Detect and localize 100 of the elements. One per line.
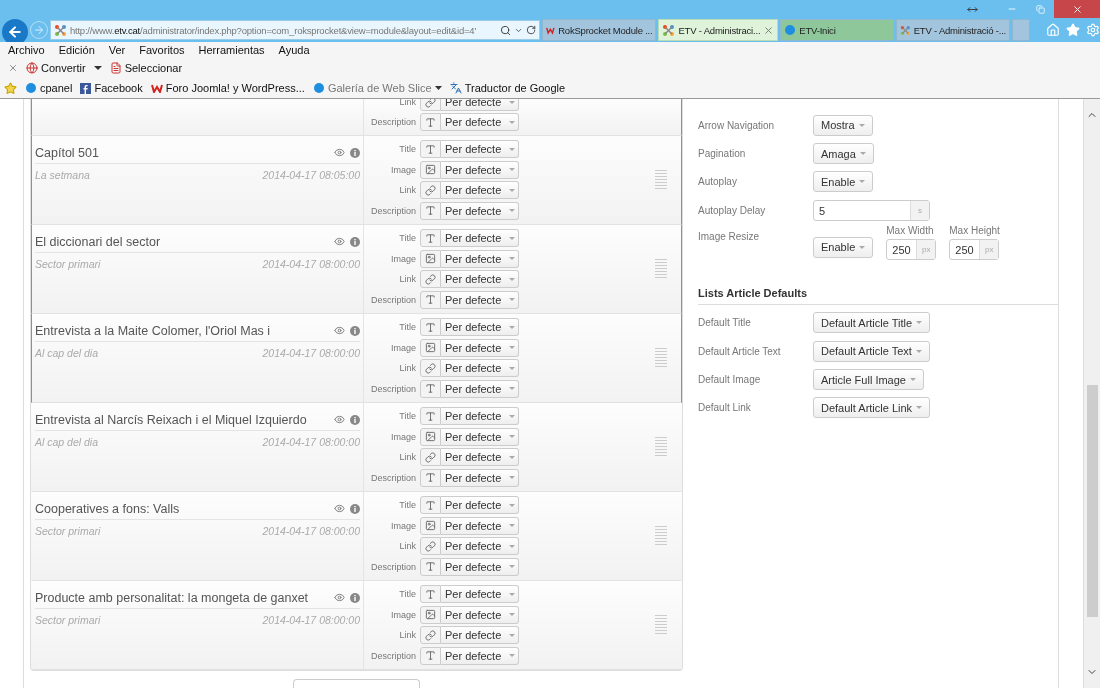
select-dropdown[interactable]: Per defecte [441, 537, 519, 556]
field-label: Image [390, 431, 416, 442]
field-label: Link [398, 452, 416, 463]
select-dropdown[interactable]: Per defecte [441, 99, 519, 111]
toolbar-button[interactable]: Seleccionar [109, 62, 183, 74]
field-label: Link [398, 630, 416, 641]
setting-label: Default Article Text [698, 345, 782, 357]
select-dropdown[interactable]: Per defecte [441, 646, 519, 665]
item-category: Sector primari [35, 258, 101, 270]
field-label: Image [390, 609, 416, 620]
menu-item[interactable]: Archivo [8, 44, 45, 56]
menu-item[interactable]: Favoritos [139, 44, 185, 56]
favorite-link[interactable]: cpanel [25, 82, 73, 94]
select-dropdown[interactable]: Per defecte [441, 249, 519, 268]
select-dropdown[interactable]: Per defecte [441, 407, 519, 426]
item-category: Sector primari [35, 525, 101, 537]
list-item[interactable]: Capítol 501 La setmana 2014-04-17 08:05:00 Title Per defecte Image Per defecte Link Per defecte Description Per defecte [31, 136, 682, 225]
list-item[interactable]: Cooperatives a fons: Valls Sector primari 2014-04-17 08:00:00 Title Per defecte Image Per defecte Link Per defecte Description Per defecte [31, 492, 682, 581]
field-label: Link [398, 99, 416, 107]
select-dropdown[interactable]: Per defecte [441, 379, 519, 398]
input-field[interactable]: 250 px [886, 238, 937, 260]
address-field[interactable]: http://www.etv.cat/administrator/index.php?option=com_roksprocket&view=module&layout=edit&id=4' [49, 20, 541, 40]
item-category: Sector primari [35, 614, 101, 626]
section-heading: Lists Article Defaults [698, 280, 1058, 305]
browser-tab[interactable]: RokSprocket Module ... [542, 19, 657, 41]
select-dropdown[interactable]: Per defecte [441, 427, 519, 446]
favorite-link[interactable]: Traductor de Google [449, 82, 566, 94]
menu-item[interactable]: Herramientas [198, 44, 265, 56]
field-label: Description [369, 472, 416, 483]
menu-item[interactable]: Edición [58, 44, 95, 56]
select-dropdown[interactable]: Per defecte [441, 585, 519, 604]
item-title: Producte amb personalitat: la mongeta de ganxet [35, 590, 310, 605]
item-title: Cooperatives a fons: Valls [35, 501, 181, 516]
select-dropdown[interactable]: Per defecte [441, 140, 519, 159]
browser-tab[interactable]: ETV - Administració -... [896, 19, 1011, 41]
item-category: Al cap del dia [35, 436, 99, 448]
field-label: Image [390, 342, 416, 353]
select-dropdown[interactable]: Per defecte [441, 318, 519, 337]
select-dropdown[interactable]: Article Full Image [813, 369, 924, 391]
item-title: Capítol 501 [35, 145, 100, 160]
item-date: 2014-04-17 08:00:00 [262, 347, 360, 359]
favorite-link[interactable]: Facebook [80, 82, 143, 94]
field-label: Max Height [949, 224, 1000, 236]
field-label: Title [398, 411, 416, 422]
select-dropdown[interactable]: Per defecte [441, 338, 519, 357]
item-date: 2014-04-17 08:05:00 [262, 169, 360, 181]
favorite-link[interactable]: Foro Joomla! y WordPress... [150, 82, 305, 94]
field-label: Image [390, 164, 416, 175]
select-dropdown[interactable]: Per defecte [441, 160, 519, 179]
select-dropdown[interactable]: Per defecte [441, 113, 519, 131]
field-label: Description [369, 561, 416, 572]
browser-tab[interactable]: ETV-Inici [780, 19, 895, 41]
item-date: 2014-04-17 08:00:00 [262, 258, 360, 270]
setting-label: Image Resize [698, 230, 761, 242]
input-field[interactable]: 250 px [949, 238, 1000, 260]
select-dropdown[interactable]: Per defecte [441, 626, 519, 645]
field-label: Title [398, 144, 416, 155]
list-item[interactable]: Link Per defecte Description Per defecte [31, 99, 682, 136]
select-dropdown[interactable]: Per defecte [441, 468, 519, 487]
field-label: Image [390, 520, 416, 531]
field-label: Title [398, 322, 416, 333]
field-label: Link [398, 185, 416, 196]
list-item[interactable]: Entrevista al Narcís Reixach i el Miquel Izquierdo Al cap del dia 2014-04-17 08:00:00 Title Per defecte Image Per defecte Link Per defecte Description Per defecte [31, 403, 682, 492]
field-label: Title [398, 589, 416, 600]
select-dropdown[interactable]: Per defecte [441, 201, 519, 220]
select-dropdown[interactable]: Default Article Text [813, 340, 930, 362]
select-dropdown[interactable]: Per defecte [441, 605, 519, 624]
setting-label: Arrow Navigation [698, 119, 776, 131]
select-dropdown[interactable]: Per defecte [441, 496, 519, 515]
setting-label: Default Link [698, 402, 752, 414]
select-dropdown[interactable]: Per defecte [441, 359, 519, 378]
select-dropdown[interactable]: Per defecte [441, 270, 519, 289]
menu-item[interactable]: Ver [108, 44, 126, 56]
select-dropdown[interactable]: Mostra [813, 114, 873, 136]
field-label: Title [398, 500, 416, 511]
select-dropdown[interactable]: Per defecte [441, 181, 519, 200]
item-date: 2014-04-17 08:00:00 [262, 614, 360, 626]
select-dropdown[interactable]: Default Article Title [813, 312, 931, 334]
list-item[interactable]: El diccionari del sector Sector primari 2014-04-17 08:00:00 Title Per defecte Image Per defecte Link Per defecte Description Per defecte [31, 225, 682, 314]
menu-item[interactable]: Ayuda [278, 44, 310, 56]
select-dropdown[interactable]: Per defecte [441, 516, 519, 535]
select-dropdown[interactable]: Per defecte [441, 557, 519, 576]
select-dropdown[interactable]: Per defecte [441, 290, 519, 309]
select-dropdown[interactable]: Amaga [813, 143, 874, 165]
select-dropdown[interactable]: Default Article Link [813, 397, 931, 419]
item-date: 2014-04-17 08:00:00 [262, 525, 360, 537]
setting-label: Default Image [698, 374, 762, 386]
item-title: Entrevista a la Maite Colomer, l'Oriol Mas i [35, 323, 272, 338]
select-dropdown[interactable]: Per defecte [441, 448, 519, 467]
field-label: Description [369, 650, 416, 661]
field-label: Link [398, 541, 416, 552]
toolbar-button[interactable]: Convertir [26, 62, 102, 74]
select-dropdown[interactable]: Enable [813, 236, 874, 258]
list-item[interactable]: Entrevista a la Maite Colomer, l'Oriol Mas i Al cap del dia 2014-04-17 08:00:00 Title Per defecte Image Per defecte Link Per defecte Description Per defecte [31, 314, 682, 403]
select-dropdown[interactable]: Per defecte [441, 229, 519, 248]
field-label: Description [369, 294, 416, 305]
select-dropdown[interactable]: Enable [813, 171, 874, 193]
list-item[interactable]: Producte amb personalitat: la mongeta de ganxet Sector primari 2014-04-17 08:00:00 Title Per defecte Image Per defecte Link Per defecte Description Per defecte [31, 581, 682, 670]
setting-label: Autoplay Delay [698, 204, 767, 216]
browser-tab[interactable]: ETV - Administraci... [658, 19, 779, 41]
